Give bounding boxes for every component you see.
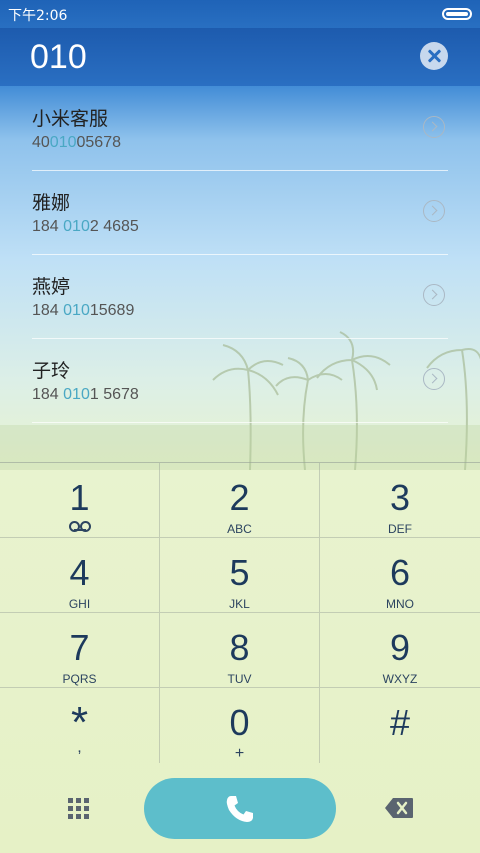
key-digit: 0 <box>229 702 250 743</box>
key-0[interactable]: 0 + <box>160 688 320 763</box>
contact-number: 4001005678 <box>32 134 121 151</box>
key-3[interactable]: 3 DEF <box>320 463 480 538</box>
key-digit: 3 <box>389 477 411 518</box>
contact-number: 184 01015689 <box>32 302 135 319</box>
key-6[interactable]: 6 MNO <box>320 538 480 613</box>
key-letters: GHI <box>68 597 91 611</box>
key-letters: MNO <box>386 597 414 611</box>
key-letters: + <box>234 745 245 762</box>
key-9[interactable]: 9 WXYZ <box>320 613 480 688</box>
status-time: 下午2:06 <box>8 8 68 24</box>
key-letters: TUV <box>227 672 252 686</box>
key-letters: JKL <box>229 597 250 611</box>
key-star[interactable]: * , <box>0 688 160 763</box>
key-7[interactable]: 7 PQRS <box>0 613 160 688</box>
dialed-number[interactable]: 010 <box>30 38 87 77</box>
key-2[interactable]: 2 ABC <box>160 463 320 538</box>
key-letters: DEF <box>388 522 412 536</box>
key-1[interactable]: 1 <box>0 463 160 538</box>
key-4[interactable]: 4 GHI <box>0 538 160 613</box>
key-letters: WXYZ <box>382 672 418 686</box>
key-digit: 7 <box>69 627 90 668</box>
key-digit: 6 <box>389 552 411 593</box>
list-item[interactable]: 小米客服 4001005678 <box>32 86 448 171</box>
backspace-icon[interactable] <box>384 797 414 819</box>
list-item[interactable]: 子玲 184 0101 5678 <box>32 338 448 423</box>
chevron-right-circle-icon[interactable] <box>423 116 445 138</box>
chevron-right-circle-icon[interactable] <box>423 284 445 306</box>
key-digit: 1 <box>69 477 90 518</box>
voicemail-icon <box>68 521 91 532</box>
contact-results-list: 小米客服 4001005678 雅娜 184 0102 4685 燕婷 184 … <box>0 86 480 461</box>
chevron-right-circle-icon[interactable] <box>423 368 445 390</box>
key-5[interactable]: 5 JKL <box>160 538 320 613</box>
key-8[interactable]: 8 TUV <box>160 613 320 688</box>
key-digit: 4 <box>69 552 90 593</box>
key-digit: # <box>389 702 411 743</box>
battery-icon <box>442 8 472 20</box>
key-letters: PQRS <box>62 672 97 686</box>
key-digit: 9 <box>389 627 411 668</box>
close-circle-icon[interactable] <box>420 42 448 70</box>
list-item[interactable]: 雅娜 184 0102 4685 <box>32 170 448 255</box>
key-letters: ABC <box>227 522 252 536</box>
dialpad-grid-icon[interactable] <box>68 798 90 820</box>
phone-icon <box>226 796 253 822</box>
contact-name: 燕婷 <box>32 276 71 298</box>
contact-number: 184 0101 5678 <box>32 386 139 403</box>
key-hash[interactable]: # <box>320 688 480 763</box>
contact-name: 小米客服 <box>32 108 109 130</box>
key-digit: 2 <box>229 477 250 518</box>
key-digit: 5 <box>229 552 250 593</box>
dial-keypad: 1 2 ABC 3 DEF 4 GHI 5 JKL 6 MNO 7 PQRS 8… <box>0 462 480 765</box>
key-digit: 8 <box>229 627 250 668</box>
status-bar: 下午2:06 <box>0 0 480 28</box>
key-letters: , <box>77 739 82 756</box>
key-digit: * <box>70 698 89 747</box>
dialer-action-bar <box>0 764 480 853</box>
list-item[interactable]: 燕婷 184 01015689 <box>32 254 448 339</box>
contact-name: 子玲 <box>32 360 71 382</box>
call-button[interactable] <box>144 778 336 839</box>
chevron-right-circle-icon[interactable] <box>423 200 445 222</box>
dial-input-header: 010 <box>0 28 480 86</box>
contact-name: 雅娜 <box>32 192 71 214</box>
contact-number: 184 0102 4685 <box>32 218 139 235</box>
